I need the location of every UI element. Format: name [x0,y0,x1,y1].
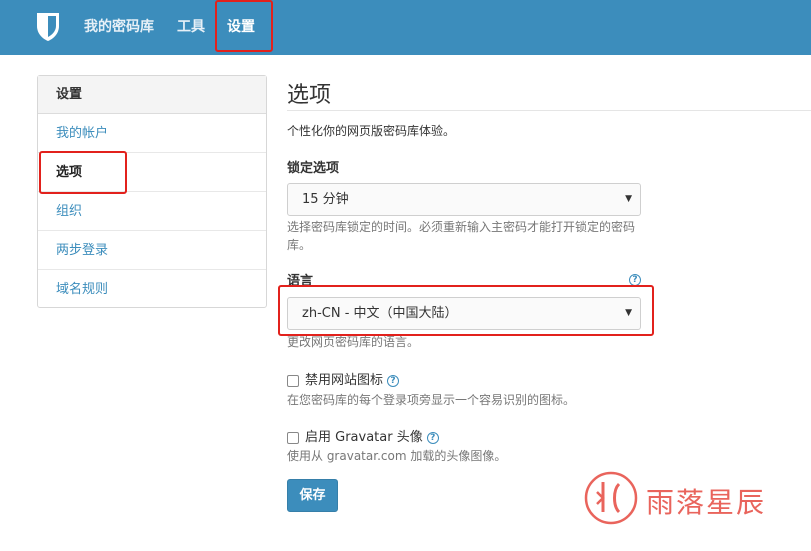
highlight-box-language [278,285,654,336]
enable-gravatar-row: 启用 Gravatar 头像? [287,426,439,445]
nav-my-vault[interactable]: 我的密码库 [84,0,154,55]
sidebar-item-organizations[interactable]: 组织 [38,192,266,231]
question-circle-icon[interactable]: ? [387,374,400,387]
top-nav-bar: 我的密码库 工具 设置 [0,0,811,55]
sidebar-item-my-account[interactable]: 我的帐户 [38,114,266,153]
disable-favicons-checkbox[interactable] [287,374,299,387]
page-intro: 个性化你的网页版密码库体验。 [287,124,456,138]
title-divider [287,110,811,111]
disable-favicons-label[interactable]: 禁用网站图标 [305,373,383,388]
watermark-text: 雨落星辰 [646,486,767,519]
sidebar-item-two-step-login[interactable]: 两步登录 [38,231,266,270]
disable-favicons-row: 禁用网站图标? [287,369,400,388]
sidebar-item-domain-rules[interactable]: 域名规则 [38,270,266,309]
save-button[interactable]: 保存 [287,479,338,512]
lock-options-value: 15 分钟 [302,192,349,207]
highlight-box-settings-nav [215,0,273,52]
disable-favicons-help: 在您密码库的每个登录项旁显示一个容易识别的图标。 [287,393,576,407]
lock-options-select[interactable]: 15 分钟 ▼ [287,183,641,216]
highlight-box-options [39,151,127,194]
enable-gravatar-checkbox[interactable] [287,431,299,444]
caret-down-icon: ▼ [625,194,632,204]
shield-icon[interactable] [36,12,60,42]
question-circle-icon[interactable]: ? [426,431,439,444]
lock-options-help: 选择密码库锁定的时间。必须重新输入主密码才能打开锁定的密码库。 [287,220,636,252]
sidebar-heading: 设置 [38,76,266,114]
enable-gravatar-label[interactable]: 启用 Gravatar 头像 [305,430,423,445]
watermark-logo-icon [584,471,638,525]
nav-tools[interactable]: 工具 [177,0,205,55]
enable-gravatar-help: 使用从 gravatar.com 加载的头像图像。 [287,449,507,463]
lock-options-label: 锁定选项 [287,161,340,176]
page-title: 选项 [287,83,332,108]
